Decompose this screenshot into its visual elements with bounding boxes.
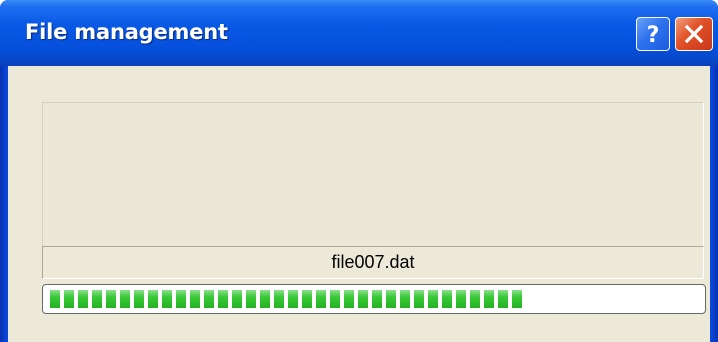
progress-track [49,290,699,308]
current-file-label: file007.dat [42,246,704,279]
window-title: File management [25,20,228,44]
help-icon: ? [643,22,663,48]
window-border-right [710,66,718,342]
dialog-client-area: file007.dat [8,66,710,342]
svg-text:?: ? [647,23,660,46]
current-file-name: file007.dat [331,252,415,272]
help-button[interactable]: ? [636,17,670,51]
window-border-left [0,66,8,342]
info-panel [42,102,704,247]
dialog-window: File management ? file007.dat [0,0,718,342]
close-icon [683,23,705,45]
title-bar[interactable]: File management ? [0,0,718,66]
close-button[interactable] [675,17,713,51]
progress-fill [49,290,524,308]
progress-bar [42,284,706,314]
